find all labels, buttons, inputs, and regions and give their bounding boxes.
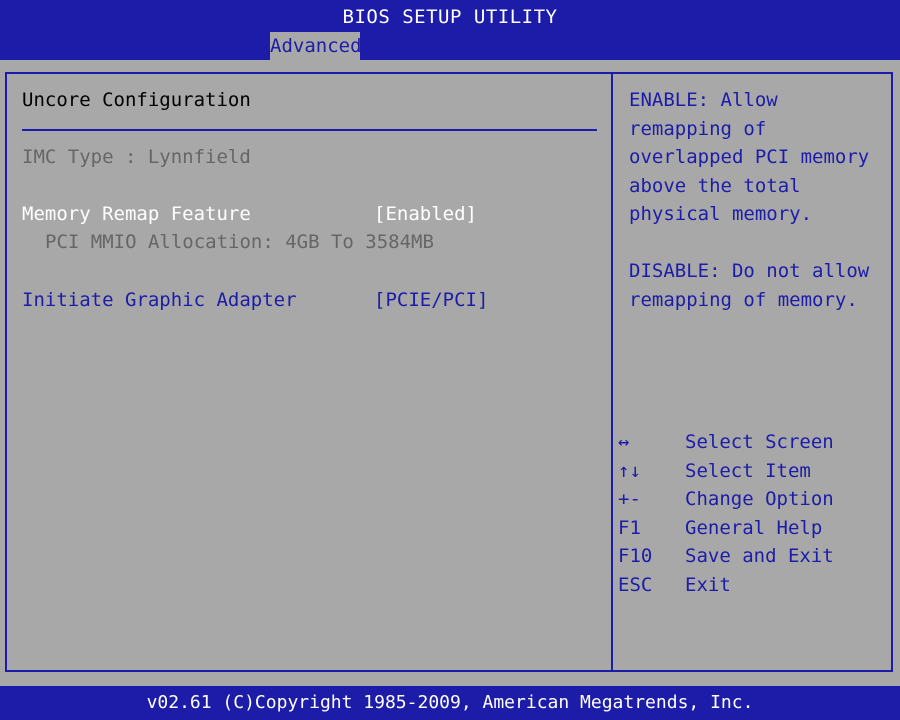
key-help-desc: Select Item <box>685 460 811 482</box>
help-text-line: overlapped PCI memory <box>629 146 870 168</box>
graphic-adapter-value[interactable]: [PCIE/PCI] <box>374 289 488 311</box>
imc-type-info: IMC Type : Lynnfield <box>22 146 251 168</box>
pci-mmio-info: PCI MMIO Allocation: 4GB To 3584MB <box>45 231 434 253</box>
help-text-line: above the total <box>629 175 801 197</box>
help-text-line: physical memory. <box>629 203 813 225</box>
plus-minus-key: +- <box>618 488 641 510</box>
f10-key: F10 <box>618 545 653 567</box>
section-title-rule <box>22 129 597 131</box>
memory-remap-label[interactable]: Memory Remap Feature <box>22 203 251 225</box>
key-help-desc: General Help <box>685 517 823 539</box>
footer-copyright: v02.61 (C)Copyright 1985-2009, American … <box>0 686 900 720</box>
section-title: Uncore Configuration <box>22 89 251 111</box>
window-title: BIOS SETUP UTILITY <box>0 0 900 32</box>
esc-key: ESC <box>618 574 653 596</box>
help-text-line: remapping of <box>629 118 767 140</box>
left-right-arrow-icon: ↔ <box>618 431 630 453</box>
key-help-desc: Change Option <box>685 488 834 510</box>
key-help-desc: Select Screen <box>685 431 834 453</box>
key-help-desc: Save and Exit <box>685 545 834 567</box>
f1-key: F1 <box>618 517 641 539</box>
key-help-desc: Exit <box>685 574 731 596</box>
help-text-line: remapping of memory. <box>629 289 858 311</box>
tab-advanced[interactable]: Advanced <box>270 32 362 60</box>
panel-divider <box>611 72 613 672</box>
help-text-line: ENABLE: Allow <box>629 89 778 111</box>
help-text-line: DISABLE: Do not allow <box>629 260 870 282</box>
memory-remap-value[interactable]: [Enabled] <box>374 203 477 225</box>
up-down-arrow-icon: ↑↓ <box>618 460 641 482</box>
tab-bar: Advanced <box>0 32 900 60</box>
graphic-adapter-label[interactable]: Initiate Graphic Adapter <box>22 289 297 311</box>
